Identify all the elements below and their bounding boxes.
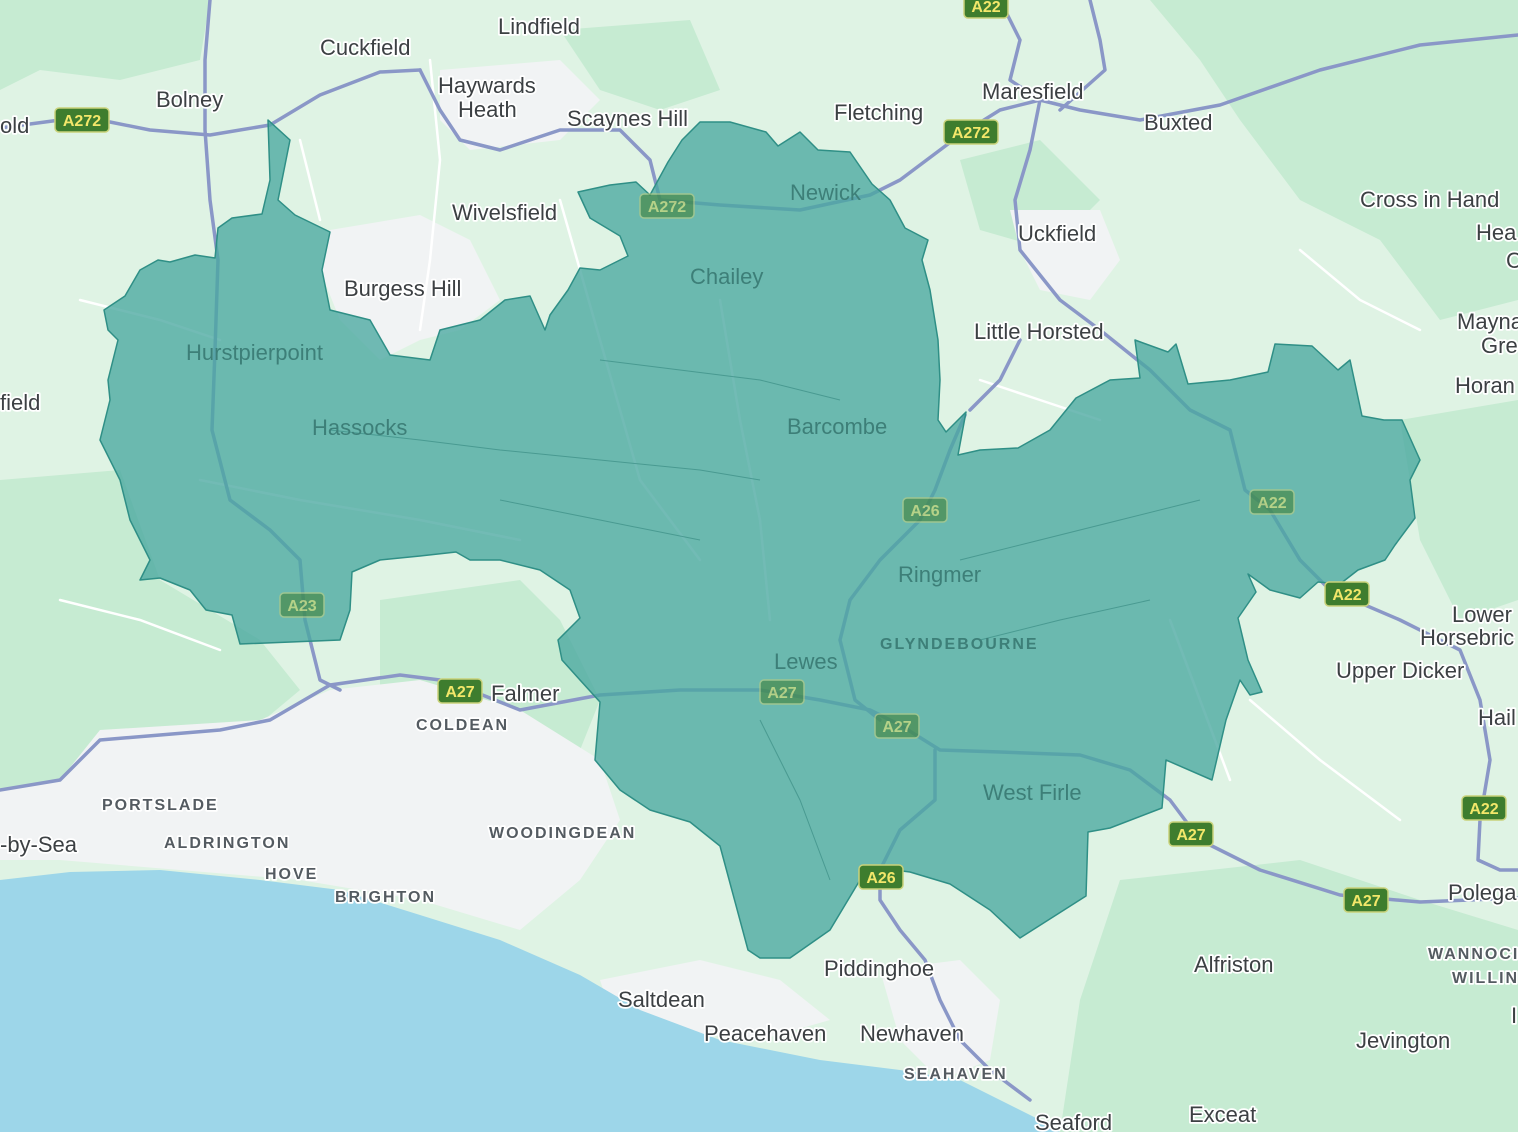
svg-text:A23: A23 (287, 598, 316, 615)
place-label: field (0, 390, 40, 415)
place-label: West Firle (983, 780, 1082, 805)
place-label: I (1511, 1003, 1517, 1028)
place-label: Hurstpierpoint (186, 340, 323, 365)
svg-text:A27: A27 (445, 684, 474, 701)
district-label: HOVE (265, 866, 318, 883)
place-label: Chailey (690, 264, 763, 289)
road-shield: A26 (902, 497, 948, 523)
svg-text:A272: A272 (648, 199, 686, 216)
place-label: Newhaven (860, 1021, 964, 1046)
place-label: Burgess Hill (344, 276, 461, 301)
place-label: Saltdean (618, 987, 705, 1012)
district-label: SEAHAVEN (904, 1066, 1008, 1083)
place-label: Alfriston (1194, 952, 1273, 977)
svg-text:A272: A272 (952, 125, 990, 142)
place-label: Cross in Hand (1360, 187, 1499, 212)
svg-text:A22: A22 (1332, 587, 1361, 604)
place-label: Cuckfield (320, 35, 410, 60)
place-label: Polega (1448, 880, 1517, 905)
district-label: WILLIN (1452, 970, 1518, 987)
place-label: Barcombe (787, 414, 887, 439)
place-label: Hassocks (312, 415, 407, 440)
svg-text:A26: A26 (866, 870, 895, 887)
svg-text:A27: A27 (767, 685, 796, 702)
place-label: Seaford (1035, 1110, 1112, 1132)
road-shield: A22 (1249, 489, 1295, 515)
svg-text:A22: A22 (1469, 801, 1498, 818)
district-label: WANNOCI (1428, 946, 1518, 963)
road-shield: A27 (1168, 821, 1214, 847)
road-shield: A27 (759, 679, 805, 705)
place-label: Upper Dicker (1336, 658, 1464, 683)
place-label: Mayna (1457, 309, 1518, 334)
place-label: Piddinghoe (824, 956, 934, 981)
road-shield: A27 (1343, 887, 1389, 913)
place-label: Peacehaven (704, 1021, 826, 1046)
place-label: Bolney (156, 87, 223, 112)
place-label: Little Horsted (974, 319, 1104, 344)
place-label: Hail (1478, 705, 1516, 730)
place-label: Horsebric (1420, 625, 1514, 650)
road-shield: A26 (858, 864, 904, 890)
place-label: Buxted (1144, 110, 1213, 135)
place-label: Falmer (491, 681, 559, 706)
place-label: Lewes (774, 649, 838, 674)
place-label: Scaynes Hill (567, 106, 688, 131)
road-shield: A22 (1461, 795, 1507, 821)
place-label: Ringmer (898, 562, 981, 587)
place-label: -by-Sea (0, 832, 78, 857)
place-label: Lower (1452, 602, 1512, 627)
place-label: Horan (1455, 373, 1515, 398)
place-label: Gre (1481, 333, 1518, 358)
place-label: Exceat (1189, 1102, 1256, 1127)
place-label: C (1506, 248, 1518, 273)
svg-text:A27: A27 (882, 719, 911, 736)
place-label: Maresfield (982, 79, 1083, 104)
place-label: Fletching (834, 100, 923, 125)
place-label: Jevington (1356, 1028, 1450, 1053)
road-shield: A22 (963, 0, 1009, 19)
road-shield: A272 (639, 193, 695, 219)
road-shield: A272 (54, 107, 110, 133)
place-label: Heath (458, 97, 517, 122)
svg-text:A22: A22 (1257, 495, 1286, 512)
place-label: Uckfield (1018, 221, 1096, 246)
place-label: Lindfield (498, 14, 580, 39)
place-label: Haywards (438, 73, 536, 98)
district-label: BRIGHTON (335, 889, 436, 906)
district-label: WOODINGDEAN (489, 825, 636, 842)
place-label: Wivelsfield (452, 200, 557, 225)
svg-text:A27: A27 (1351, 893, 1380, 910)
district-label: ALDRINGTON (164, 835, 290, 852)
place-label: old (0, 113, 29, 138)
place-label: Hea (1476, 220, 1517, 245)
svg-text:A27: A27 (1176, 827, 1205, 844)
place-label: Newick (790, 180, 862, 205)
road-shield: A272 (943, 119, 999, 145)
map-canvas[interactable]: Lindfield Cuckfield Haywards Heath Bolne… (0, 0, 1518, 1132)
svg-text:A22: A22 (971, 0, 1000, 16)
district-label: GLYNDEBOURNE (880, 636, 1039, 653)
road-shield: A22 (1324, 581, 1370, 607)
road-shield: A23 (279, 592, 325, 618)
svg-text:A272: A272 (63, 113, 101, 130)
district-label: COLDEAN (416, 717, 509, 734)
district-label: PORTSLADE (102, 797, 219, 814)
road-shield: A27 (437, 678, 483, 704)
road-shield: A27 (874, 713, 920, 739)
svg-text:A26: A26 (910, 503, 939, 520)
